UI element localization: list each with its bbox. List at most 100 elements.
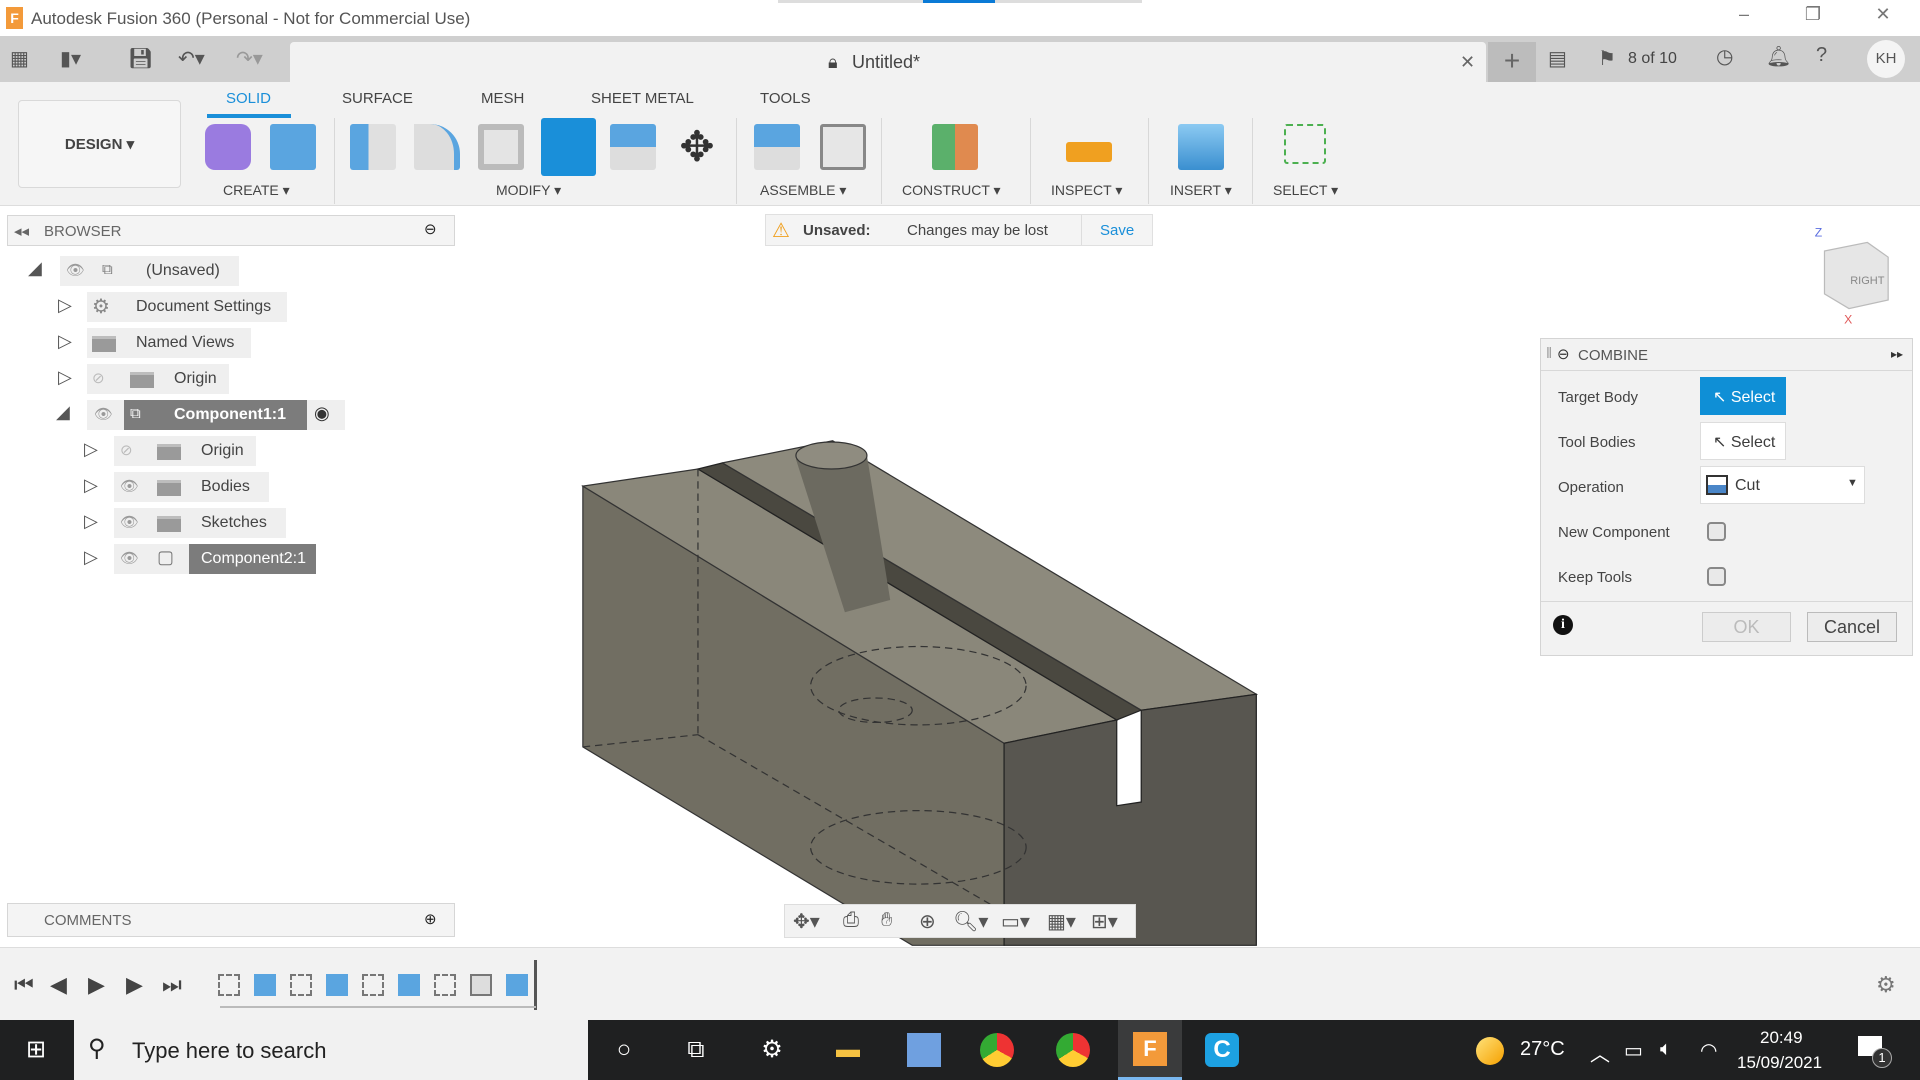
tree-item-origin[interactable]: ▷ ⊘ Origin xyxy=(0,364,460,394)
tree-item-component1[interactable]: ◢ 👁︎ ⧉ Component1:1 ◉ xyxy=(0,400,460,430)
hidden-eye-icon[interactable]: ⊘ xyxy=(120,441,133,459)
chrome-profile-icon[interactable] xyxy=(1056,1033,1090,1067)
show-hidden-icons-chevron-icon[interactable]: ︿ xyxy=(1590,1038,1610,1067)
timeline-sketch-feature[interactable] xyxy=(434,974,456,996)
visibility-eye-icon[interactable]: 👁︎ xyxy=(120,477,139,495)
fusion-taskbar-button[interactable]: F xyxy=(1118,1020,1182,1080)
settings-gear-icon[interactable]: ⚙ xyxy=(752,1030,792,1070)
temperature[interactable]: 27°C xyxy=(1520,1038,1565,1061)
timeline-component-feature[interactable] xyxy=(470,974,492,996)
browser-title: BROWSER xyxy=(44,223,122,240)
timeline-settings-gear-icon[interactable]: ⚙ xyxy=(1876,972,1896,998)
navigation-toolbar: ✥▾ ⎙ ✋︎ ⊕ 🔍︎▾ ▭▾ ▦▾ ⊞▾ xyxy=(784,904,1136,938)
clock-date[interactable]: 15/09/2021 xyxy=(1737,1053,1822,1073)
fusion-app-icon: F xyxy=(1133,1032,1167,1066)
expand-triangle-icon[interactable]: ▷ xyxy=(84,547,98,568)
tree-item-component2[interactable]: ▷ 👁︎ ▢ Component2:1 xyxy=(0,544,460,574)
tree-item-bodies[interactable]: ▷ 👁︎ Bodies xyxy=(0,472,460,502)
tool-bodies-select[interactable]: ↖ Select xyxy=(1700,422,1786,460)
timeline-track xyxy=(220,1006,536,1008)
gear-icon: ⚙ xyxy=(92,296,110,318)
x-axis-label: X xyxy=(1844,312,1852,326)
add-comment-icon[interactable]: ⊕ xyxy=(424,910,437,928)
volume-icon[interactable]: 🔈︎ xyxy=(1660,1038,1672,1061)
taskbar-search-box[interactable]: ⚲ Type here to search xyxy=(74,1020,588,1080)
collapse-browser-icon[interactable]: ◂◂ xyxy=(14,222,29,240)
visibility-eye-icon[interactable]: 👁︎ xyxy=(120,513,139,531)
clock-time[interactable]: 20:49 xyxy=(1760,1028,1803,1048)
timeline-sketch-feature[interactable] xyxy=(362,974,384,996)
look-at-icon[interactable]: ⎙ xyxy=(843,909,859,932)
fit-icon[interactable]: 🔍︎▾ xyxy=(953,909,988,934)
orbit-icon[interactable]: ✥▾ xyxy=(793,909,820,934)
tree-item-label: Bodies xyxy=(201,478,250,495)
operation-dropdown[interactable]: Cut ▼ xyxy=(1700,466,1865,504)
tree-item-origin-sub[interactable]: ▷ ⊘ Origin xyxy=(0,436,460,466)
ok-button[interactable]: OK xyxy=(1702,612,1791,642)
wifi-icon[interactable]: ◠ xyxy=(1700,1038,1717,1063)
search-icon: ⚲ xyxy=(88,1035,106,1062)
timeline-sketch-feature[interactable] xyxy=(218,974,240,996)
tree-item-sketches[interactable]: ▷ 👁︎ Sketches xyxy=(0,508,460,538)
dialog-header[interactable]: ‖ ⊖ COMBINE ▸▸ xyxy=(1541,339,1912,371)
folder-icon xyxy=(157,516,181,532)
search-placeholder: Type here to search xyxy=(132,1038,327,1063)
drag-handle[interactable]: ‖ xyxy=(1546,345,1552,362)
tree-item-named-views[interactable]: ▷ Named Views xyxy=(0,328,460,358)
timeline-extrude-feature[interactable] xyxy=(326,974,348,996)
task-view-icon[interactable]: ⧉ xyxy=(676,1030,716,1070)
visibility-eye-icon[interactable]: 👁︎ xyxy=(66,261,85,279)
timeline-extrude-feature[interactable] xyxy=(254,974,276,996)
expand-triangle-icon[interactable]: ▷ xyxy=(58,295,72,316)
tree-item-unsaved[interactable]: ◢ 👁︎ ⧉ (Unsaved) xyxy=(0,256,460,286)
tree-item-document-settings[interactable]: ▷ ⚙ Document Settings xyxy=(0,292,460,322)
c-app-icon[interactable]: C xyxy=(1205,1033,1239,1067)
timeline-marker[interactable] xyxy=(534,960,537,1010)
timeline-extrude-feature[interactable] xyxy=(506,974,528,996)
weather-sun-icon[interactable] xyxy=(1476,1037,1504,1065)
pan-hand-icon[interactable]: ✋︎ xyxy=(881,909,892,932)
winrar-icon[interactable] xyxy=(907,1033,941,1067)
go-to-end-icon[interactable]: ⏭︎ xyxy=(162,972,182,998)
target-body-select[interactable]: ↖ Select xyxy=(1700,377,1786,415)
battery-icon[interactable]: ▭ xyxy=(1624,1038,1643,1063)
go-to-start-icon[interactable]: ⏮︎ xyxy=(14,972,34,998)
tree-item-label: Component2:1 xyxy=(201,550,306,567)
display-settings-icon[interactable]: ▭▾ xyxy=(1001,909,1030,934)
play-icon[interactable]: ▶ xyxy=(88,972,105,998)
expand-triangle-icon[interactable]: ▷ xyxy=(84,475,98,496)
hidden-eye-icon[interactable]: ⊘ xyxy=(92,369,105,387)
minimize-panel-icon[interactable]: ⊖ xyxy=(424,220,437,238)
viewports-icon[interactable]: ⊞▾ xyxy=(1091,909,1118,934)
info-icon[interactable]: i xyxy=(1553,615,1573,635)
step-forward-icon[interactable]: ▶ xyxy=(126,972,143,998)
activate-radio-icon[interactable]: ◉ xyxy=(314,403,330,424)
keep-tools-checkbox[interactable] xyxy=(1707,567,1726,586)
expand-triangle-icon[interactable]: ▷ xyxy=(84,511,98,532)
viewcube[interactable]: RIGHT Z X xyxy=(1815,225,1889,326)
zoom-icon[interactable]: ⊕ xyxy=(919,909,936,934)
cancel-button[interactable]: Cancel xyxy=(1807,612,1897,642)
timeline-sketch-feature[interactable] xyxy=(290,974,312,996)
visibility-eye-icon[interactable]: 👁︎ xyxy=(120,549,139,567)
grid-icon[interactable]: ▦▾ xyxy=(1047,909,1076,934)
folder-icon xyxy=(157,444,181,460)
collapse-triangle-icon[interactable]: ◢ xyxy=(56,402,70,423)
collapse-triangle-icon[interactable]: ◢ xyxy=(28,258,42,279)
warning-icon: ⚠ xyxy=(772,220,790,242)
combine-dialog: ‖ ⊖ COMBINE ▸▸ Target Body ↖ Select Tool… xyxy=(1540,338,1913,656)
file-explorer-icon[interactable]: ▬ xyxy=(828,1030,868,1070)
expand-dialog-icon[interactable]: ▸▸ xyxy=(1891,347,1903,361)
tool-bodies-label: Tool Bodies xyxy=(1558,434,1636,451)
expand-triangle-icon[interactable]: ▷ xyxy=(58,331,72,352)
timeline-extrude-feature[interactable] xyxy=(398,974,420,996)
windows-start-icon[interactable]: ⊞ xyxy=(16,1030,56,1070)
expand-triangle-icon[interactable]: ▷ xyxy=(84,439,98,460)
chrome-icon[interactable] xyxy=(980,1033,1014,1067)
cortana-icon[interactable]: ○ xyxy=(604,1030,644,1070)
step-back-icon[interactable]: ◀ xyxy=(50,972,67,998)
expand-triangle-icon[interactable]: ▷ xyxy=(58,367,72,388)
save-link[interactable]: Save xyxy=(1100,222,1134,239)
visibility-eye-icon[interactable]: 👁︎ xyxy=(94,405,113,423)
new-component-checkbox[interactable] xyxy=(1707,522,1726,541)
